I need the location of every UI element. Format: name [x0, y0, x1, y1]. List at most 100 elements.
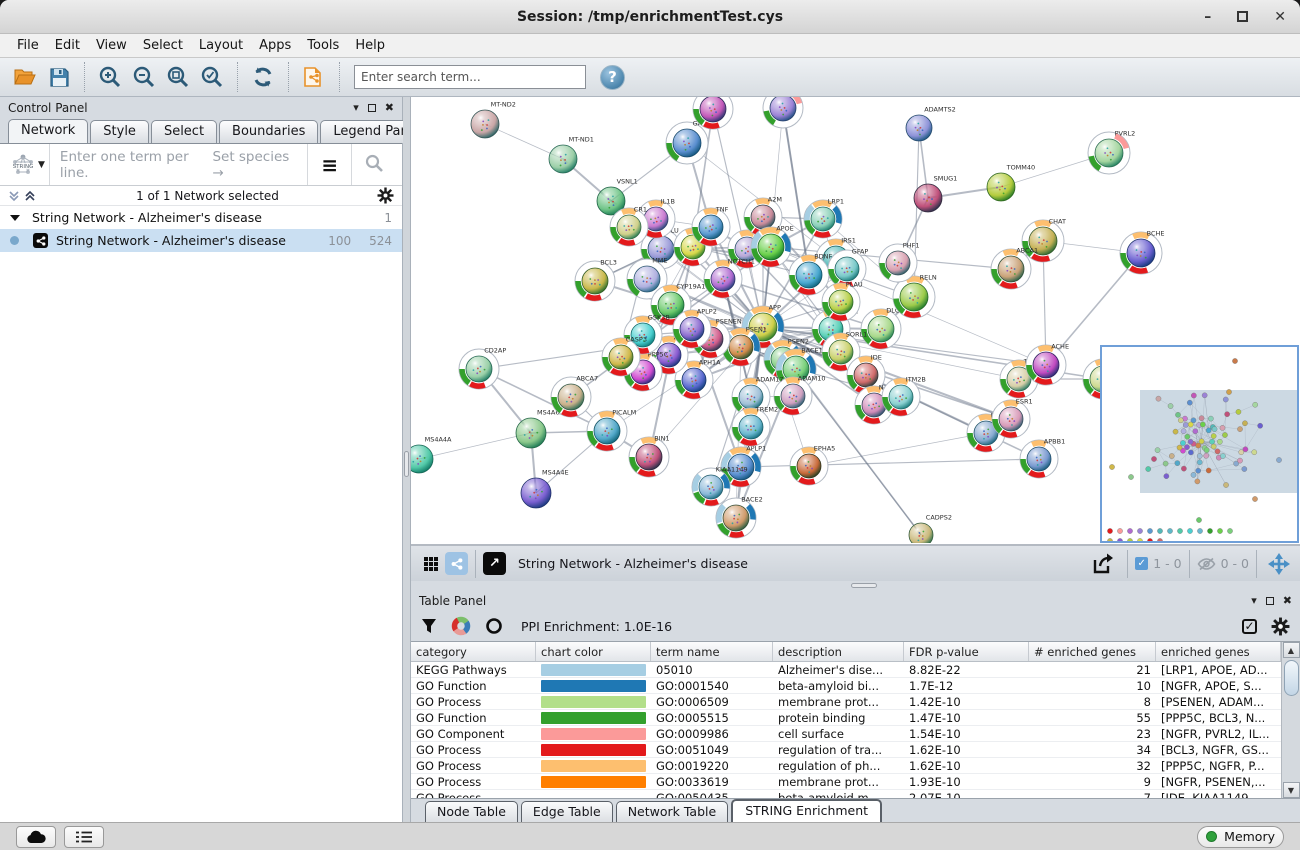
zoom-in-icon[interactable]	[93, 61, 127, 93]
refresh-icon[interactable]	[246, 61, 280, 93]
network-node[interactable]: NOTCH1	[704, 258, 755, 299]
network-node[interactable]: ESR1	[992, 398, 1033, 439]
hidden-count-badge[interactable]: 0 - 0	[1197, 556, 1249, 571]
menu-apps[interactable]: Apps	[252, 36, 298, 55]
table-row[interactable]: GO ComponentGO:0009986cell surface1.54E-…	[411, 726, 1281, 742]
menu-view[interactable]: View	[89, 36, 134, 55]
panel-close-icon[interactable]: ✖	[1283, 595, 1292, 606]
string-protein-query-dropdown[interactable]: STRING ▼	[6, 152, 49, 178]
network-node[interactable]: BDNF	[789, 253, 833, 296]
table-row[interactable]: GO ProcessGO:0033619membrane prot...1.93…	[411, 774, 1281, 790]
zoom-fit-icon[interactable]	[161, 61, 195, 93]
scroll-up-button[interactable]: ▲	[1283, 642, 1300, 658]
query-options-menu-icon[interactable]: ≡	[308, 153, 351, 177]
menu-file[interactable]: File	[10, 36, 46, 55]
collection-collapse-icon[interactable]	[10, 215, 20, 221]
network-node[interactable]: BIN1	[629, 435, 670, 478]
network-row[interactable]: String Network - Alzheimer's disease 100…	[0, 229, 402, 252]
tab-string-enrichment[interactable]: STRING Enrichment	[731, 799, 882, 822]
birds-eye-view[interactable]	[1100, 345, 1299, 543]
network-node[interactable]: MT-ND1	[549, 136, 594, 174]
open-session-button[interactable]	[8, 61, 42, 93]
network-node[interactable]: MS4A4E	[521, 469, 569, 509]
network-canvas[interactable]: MT-ND2MT-ND1VSNL1GAB2SNCANGFRADAMTS2PVRL…	[411, 97, 1300, 545]
network-node[interactable]: ABCA1	[991, 247, 1038, 290]
panel-menu-icon[interactable]: ▾	[353, 102, 359, 113]
splitter-grip[interactable]	[404, 451, 409, 477]
minimize-button[interactable]: –	[1204, 10, 1211, 24]
network-node[interactable]: SNCA	[693, 97, 737, 129]
panel-splitter[interactable]	[403, 97, 411, 822]
string-view-icon[interactable]	[445, 552, 468, 575]
gear-icon[interactable]	[1271, 617, 1290, 636]
table-scrollbar[interactable]: ▲ ▼	[1281, 642, 1300, 798]
table-row[interactable]: KEGG Pathways05010Alzheimer's dise...8.8…	[411, 662, 1281, 678]
save-session-button[interactable]	[42, 61, 76, 93]
network-collection-row[interactable]: String Network - Alzheimer's disease 1	[0, 206, 402, 229]
network-node[interactable]: ABCA7	[551, 375, 598, 418]
column-header-term-name[interactable]: term name	[651, 642, 773, 661]
tab-boundaries[interactable]: Boundaries	[219, 120, 318, 143]
network-node[interactable]: SMUG1	[914, 175, 957, 213]
network-node[interactable]: BCL3	[575, 259, 617, 302]
network-node[interactable]: CHAT	[1022, 218, 1066, 263]
query-search-icon[interactable]	[352, 153, 396, 177]
tab-select[interactable]: Select	[151, 120, 217, 143]
network-node[interactable]: ADAMTS2	[906, 106, 956, 142]
help-button[interactable]: ?	[600, 65, 625, 90]
network-node[interactable]: TOMM40	[987, 164, 1035, 202]
table-row[interactable]: GO ProcessGO:0006509membrane prot...1.42…	[411, 694, 1281, 710]
network-node[interactable]: DLG4	[861, 307, 904, 350]
menu-select[interactable]: Select	[136, 36, 190, 55]
table-row[interactable]: GO FunctionGO:0005515protein binding1.47…	[411, 710, 1281, 726]
tab-network[interactable]: Network	[8, 119, 88, 143]
memory-button[interactable]: Memory	[1197, 826, 1284, 848]
table-row[interactable]: GO ProcessGO:0050435beta-amyloid m...2.0…	[411, 790, 1281, 798]
menu-tools[interactable]: Tools	[300, 36, 346, 55]
scrollbar-thumb[interactable]	[1284, 660, 1299, 696]
panel-menu-icon[interactable]: ▾	[1251, 595, 1257, 606]
ring-chart-icon[interactable]	[485, 617, 503, 635]
scroll-down-button[interactable]: ▼	[1283, 782, 1300, 798]
horizontal-splitter[interactable]	[411, 581, 1300, 590]
select-columns-icon[interactable]: ✓	[1242, 619, 1257, 634]
gear-icon[interactable]	[377, 187, 394, 204]
panel-float-icon[interactable]	[1266, 597, 1274, 605]
title-bar[interactable]: Session: /tmp/enrichmentTest.cys – ✕	[0, 0, 1300, 34]
export-network-icon[interactable]	[1086, 548, 1120, 580]
menu-help[interactable]: Help	[348, 36, 392, 55]
cloud-tasks-button[interactable]	[16, 826, 56, 848]
network-node[interactable]: APBB1	[1020, 438, 1065, 479]
maximize-button[interactable]	[1237, 11, 1248, 22]
detach-view-icon[interactable]: ↗	[483, 552, 506, 575]
set-species-label[interactable]: Set species →	[212, 149, 307, 181]
tab-node-table[interactable]: Node Table	[425, 801, 518, 822]
panel-close-icon[interactable]: ✖	[385, 102, 394, 113]
table-row[interactable]: GO ProcessGO:0051049regulation of tra...…	[411, 742, 1281, 758]
navigator-icon[interactable]	[1264, 548, 1294, 580]
tab-style[interactable]: Style	[90, 120, 149, 143]
network-node[interactable]: CD2AP	[459, 347, 506, 390]
collapse-expand-icons[interactable]	[8, 190, 38, 202]
network-from-file-icon[interactable]	[297, 61, 331, 93]
donut-chart-icon[interactable]	[451, 616, 471, 636]
search-input[interactable]	[354, 65, 586, 89]
menu-layout[interactable]: Layout	[192, 36, 250, 55]
column-header-chart-color[interactable]: chart color	[536, 642, 651, 661]
zoom-selected-icon[interactable]	[195, 61, 229, 93]
column-header-enriched-genes[interactable]: enriched genes	[1156, 642, 1281, 661]
network-node[interactable]: MS4A6A	[516, 409, 564, 449]
network-node[interactable]: NGFR	[763, 97, 807, 128]
network-node[interactable]: ITM2B	[882, 376, 926, 417]
selected-count-badge[interactable]: ✓ 1 - 0	[1135, 556, 1181, 571]
network-node[interactable]: MS4A4A	[411, 436, 452, 474]
tab-edge-table[interactable]: Edge Table	[521, 801, 613, 822]
menu-edit[interactable]: Edit	[48, 36, 87, 55]
column-header-description[interactable]: description	[773, 642, 904, 661]
grid-mode-icon[interactable]	[417, 548, 445, 580]
tab-network-table[interactable]: Network Table	[616, 801, 729, 822]
filter-icon[interactable]	[421, 618, 437, 635]
network-node[interactable]: MT-ND2	[471, 101, 516, 139]
task-history-button[interactable]	[64, 826, 104, 848]
table-row[interactable]: GO ProcessGO:0019220regulation of ph...1…	[411, 758, 1281, 774]
